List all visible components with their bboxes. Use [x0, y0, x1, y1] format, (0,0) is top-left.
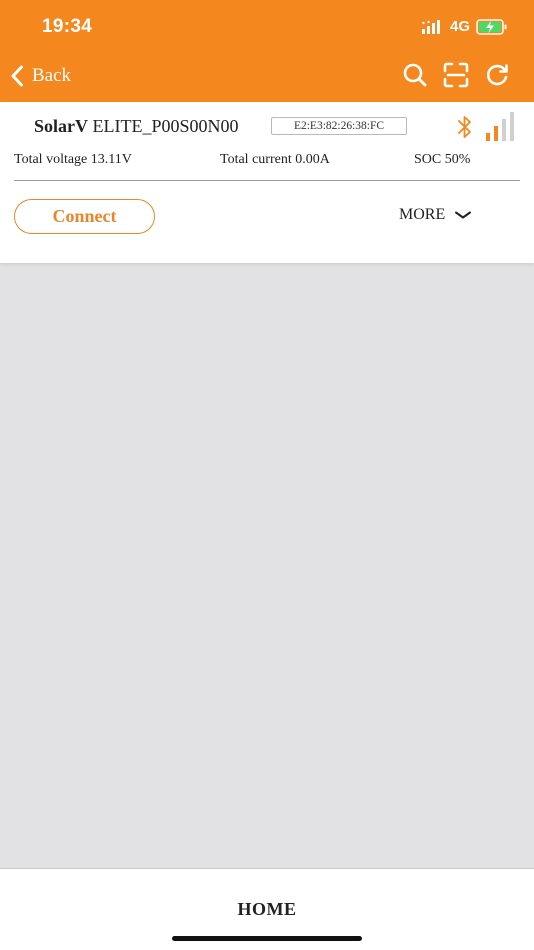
chevron-left-icon	[11, 65, 23, 87]
signal-bar	[502, 119, 506, 141]
chevron-down-icon	[455, 211, 472, 219]
home-indicator	[172, 936, 362, 941]
divider	[14, 180, 520, 181]
device-name: SolarV ELITE_P00S00N00	[34, 116, 239, 137]
status-indicators: 4G	[421, 18, 508, 35]
status-time: 19:34	[42, 16, 93, 37]
mac-address: E2:E3:82:26:38:FC	[271, 117, 407, 135]
device-model: ELITE_P00S00N00	[92, 116, 239, 136]
battery-charging-icon	[476, 18, 507, 35]
signal-bar	[486, 133, 490, 141]
connect-button[interactable]: Connect	[14, 199, 155, 234]
cellular-signal-icon	[421, 19, 440, 34]
app-header: 19:34 4G Back	[0, 0, 534, 102]
total-voltage: Total voltage 13.11V	[14, 152, 132, 167]
more-button[interactable]: MORE	[399, 206, 472, 224]
refresh-icon[interactable]	[484, 62, 510, 88]
header-actions	[402, 62, 510, 88]
back-label: Back	[32, 65, 72, 86]
signal-bar	[494, 126, 498, 141]
device-brand: SolarV	[34, 116, 88, 136]
soc-value: SOC 50%	[414, 152, 471, 167]
tab-home[interactable]: HOME	[0, 899, 534, 920]
total-current: Total current 0.00A	[220, 152, 330, 167]
device-card[interactable]: SolarV ELITE_P00S00N00 E2:E3:82:26:38:FC…	[0, 102, 534, 263]
scan-icon[interactable]	[442, 62, 470, 88]
search-icon[interactable]	[402, 62, 428, 88]
more-label: MORE	[399, 206, 446, 223]
signal-bar	[510, 112, 514, 141]
back-button[interactable]: Back	[10, 64, 71, 88]
signal-strength-icon	[486, 112, 514, 141]
network-type: 4G	[449, 18, 470, 35]
bottom-tab-bar: HOME	[0, 868, 534, 950]
bluetooth-icon	[458, 116, 471, 138]
